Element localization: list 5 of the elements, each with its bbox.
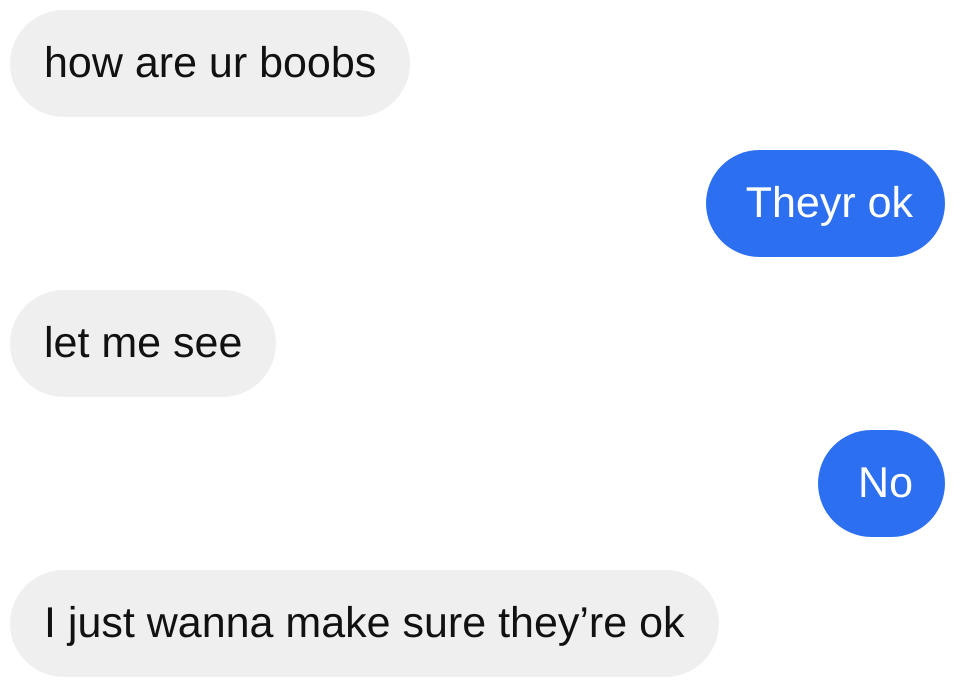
message-bubble: let me see (10, 290, 276, 397)
message-bubble: I just wanna make sure they’re ok (10, 570, 719, 677)
message-bubble: how are ur boobs (10, 10, 410, 117)
message-bubble: No (818, 430, 945, 537)
message-bubble: Theyr ok (706, 150, 945, 257)
